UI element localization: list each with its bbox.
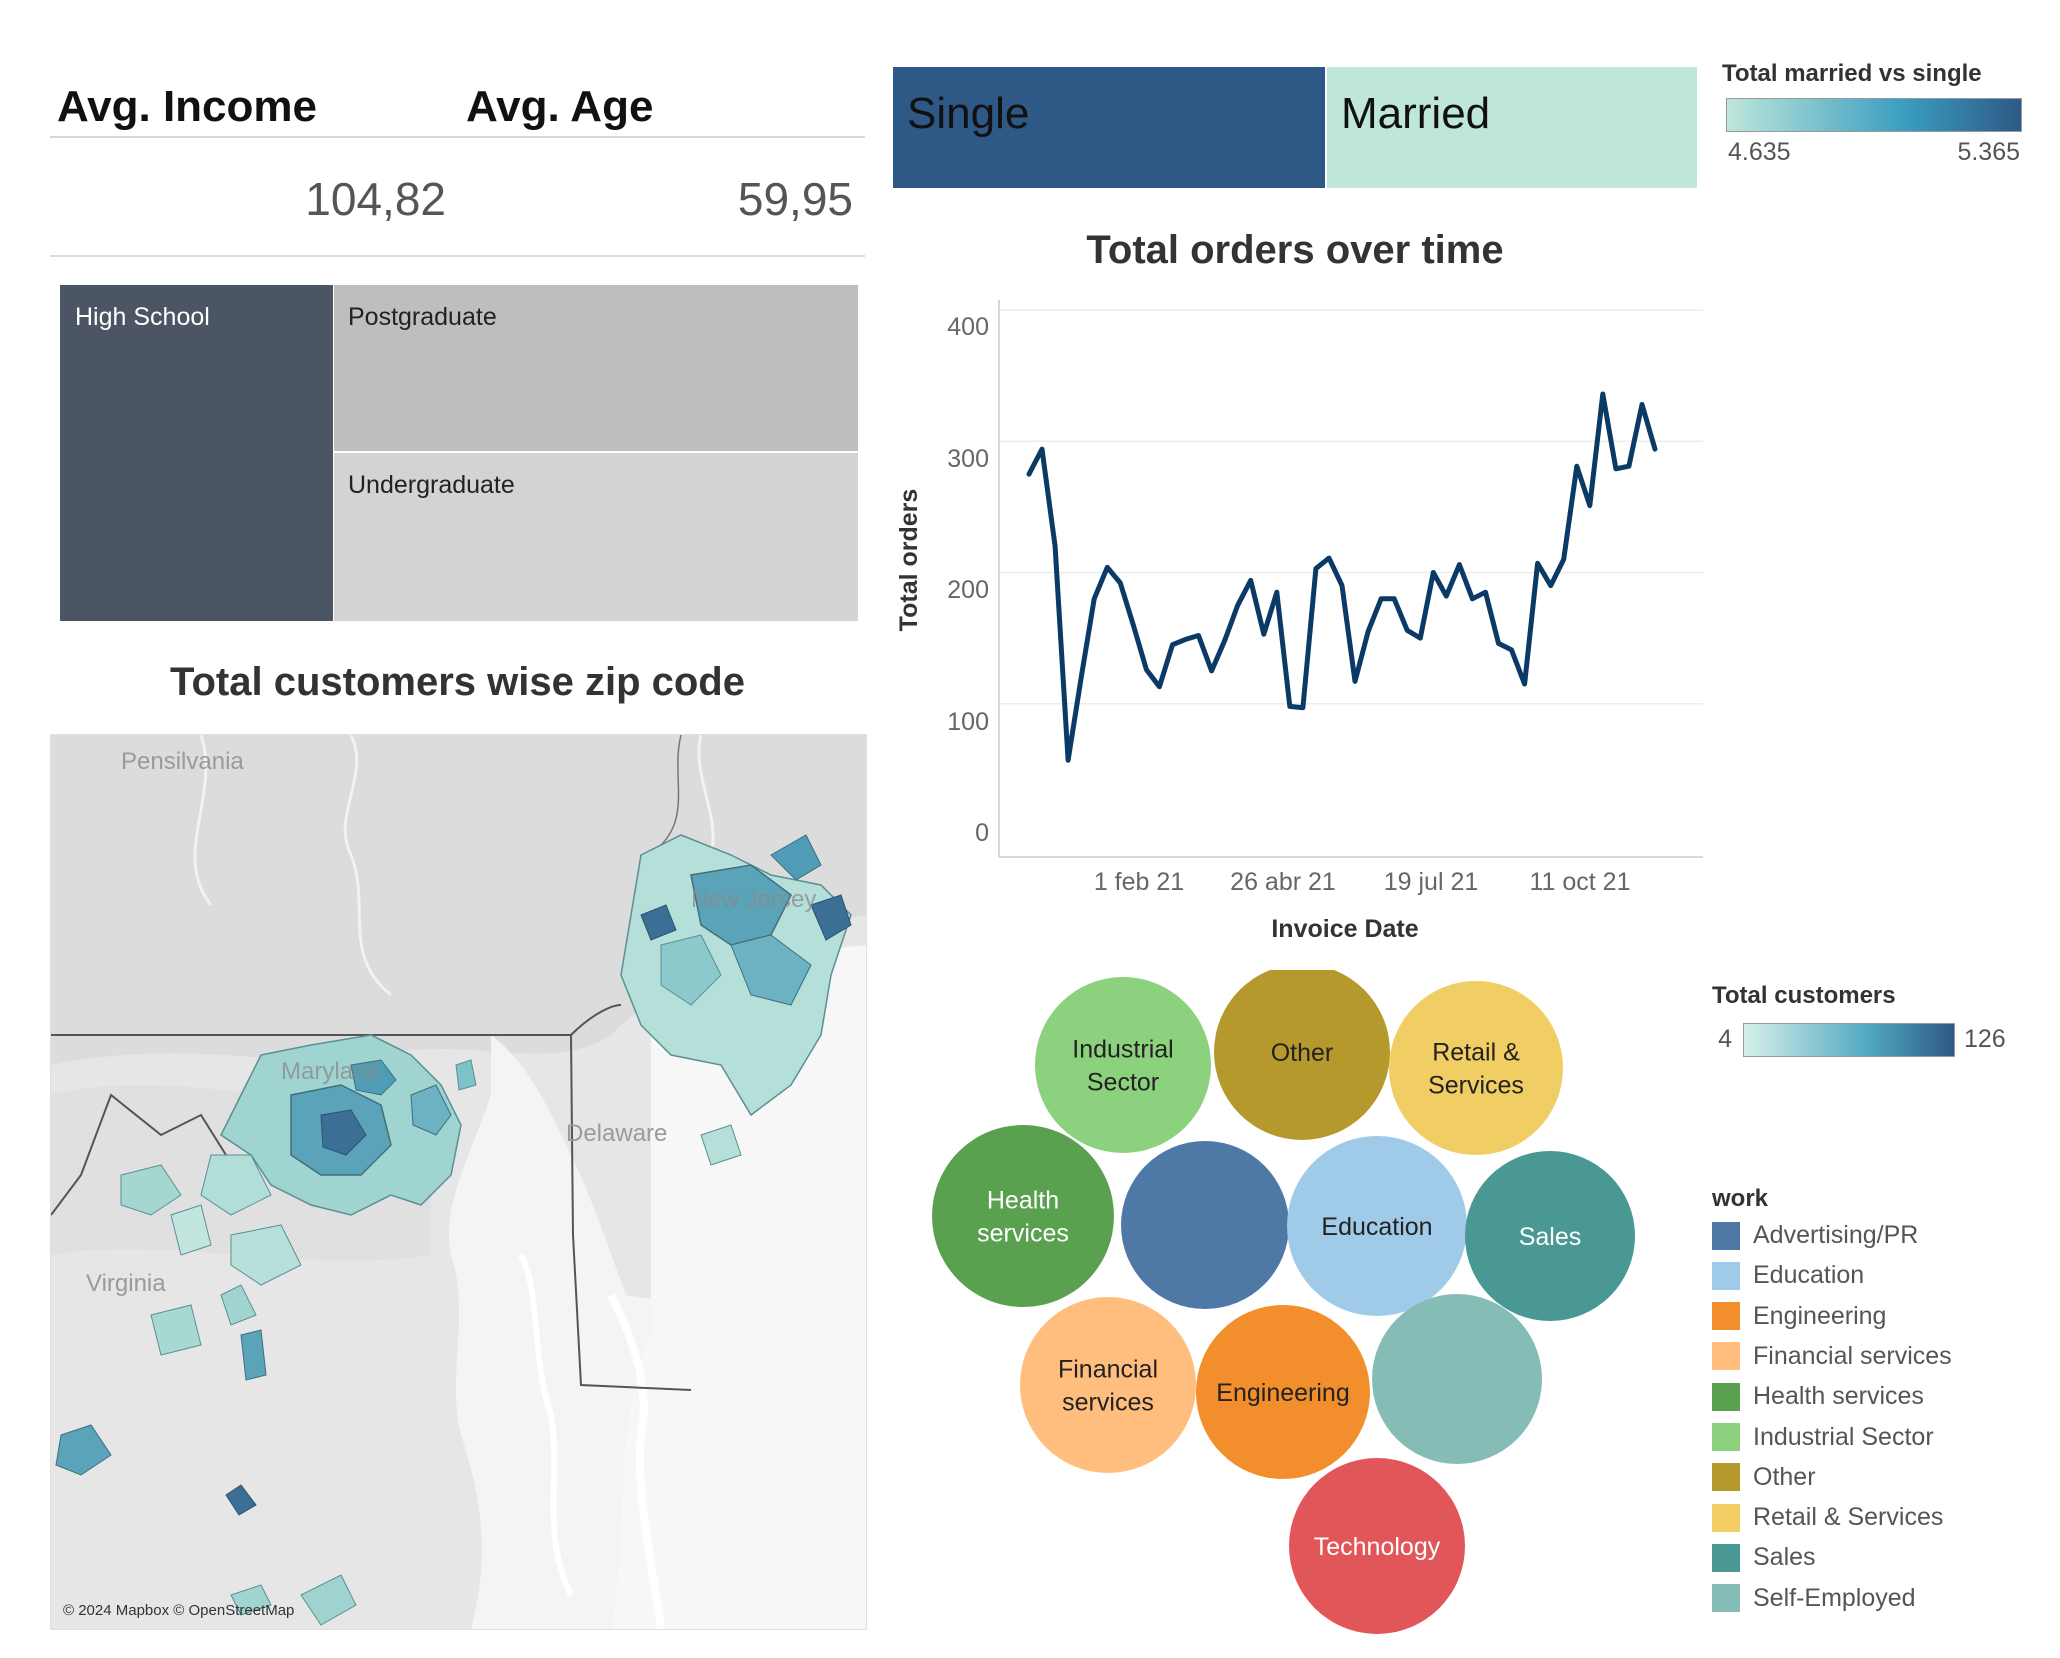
- bubble-label-engineering: Engineering: [1216, 1379, 1349, 1407]
- legend-item-financial-services[interactable]: Financial services: [1712, 1342, 1952, 1371]
- label-maryland: Maryland: [281, 1058, 380, 1085]
- legend-swatch-industrial-sector: [1712, 1423, 1740, 1451]
- avg-income-label: Avg. Income: [57, 82, 317, 131]
- marital-legend-gradient: [1726, 98, 2022, 132]
- line-chart[interactable]: 400 300 200 100 0 1 feb 21 26 abr 21 19 …: [893, 290, 1713, 970]
- legend-label-education: Education: [1753, 1261, 1865, 1290]
- line-chart-title: Total orders over time: [1086, 228, 1504, 272]
- single-band[interactable]: Single: [893, 67, 1325, 188]
- kpi-divider-bottom: [50, 255, 865, 257]
- legend-item-advertising-pr[interactable]: Advertising/PR: [1712, 1221, 1918, 1250]
- legend-swatch-education: [1712, 1261, 1740, 1290]
- legend-item-education[interactable]: Education: [1712, 1261, 1864, 1290]
- work-legend-title: work: [1712, 1185, 1769, 1212]
- avg-income-value: 104,82: [305, 173, 446, 225]
- customers-legend-gradient: [1743, 1023, 1955, 1057]
- legend-label-health-services: Health services: [1753, 1382, 1924, 1411]
- treemap-undergraduate-label: Undergraduate: [348, 471, 515, 499]
- label-new-jersey: New Jersey: [691, 886, 816, 913]
- treemap-high-school-label: High School: [75, 303, 210, 331]
- bubble-label-industrial-sector: Sector: [1087, 1069, 1159, 1097]
- legend-label-other: Other: [1753, 1462, 1816, 1491]
- label-delaware: Delaware: [566, 1120, 667, 1147]
- zip-map[interactable]: Pensilvania New Jersey Maryland Delaware…: [50, 734, 867, 1630]
- x-axis-title: Invoice Date: [1271, 915, 1418, 943]
- y-tick-200: 200: [947, 576, 989, 604]
- bubble-label-industrial-sector: Industrial: [1072, 1036, 1173, 1064]
- orders-line[interactable]: [1026, 391, 1658, 763]
- legend-swatch-self-employed: [1712, 1584, 1740, 1613]
- legend-label-financial-services: Financial services: [1753, 1341, 1952, 1370]
- bubble-advertising-pr[interactable]: [1121, 1141, 1289, 1309]
- bubble-label-financial-services: Financial: [1058, 1356, 1158, 1384]
- kpi-divider-top: [50, 136, 865, 138]
- legend-swatch-financial-services: [1712, 1342, 1740, 1371]
- work-bubble-chart[interactable]: Education Engineering Financial services Hea…: [920, 970, 1660, 1650]
- x-tick-oct: 11 oct 21: [1529, 868, 1630, 896]
- label-virginia: Virginia: [86, 1270, 166, 1297]
- x-tick-jul: 19 jul 21: [1384, 868, 1479, 896]
- legend-swatch-sales: [1712, 1543, 1740, 1572]
- bubble-health-services[interactable]: [932, 1125, 1114, 1307]
- map-title: Total customers wise zip code: [170, 660, 745, 704]
- legend-item-health-services[interactable]: Health services: [1712, 1382, 1924, 1411]
- legend-item-self-employed[interactable]: Self-Employed: [1712, 1584, 1916, 1613]
- legend-label-retail-services: Retail & Services: [1753, 1503, 1944, 1532]
- customers-legend-min: 4: [1718, 1025, 1732, 1053]
- legend-item-other[interactable]: Other: [1712, 1463, 1816, 1492]
- bubble-label-other: Other: [1271, 1039, 1334, 1067]
- marital-legend-min: 4.635: [1728, 138, 1791, 166]
- legend-item-sales[interactable]: Sales: [1712, 1543, 1816, 1572]
- married-band[interactable]: Married: [1327, 67, 1697, 188]
- bubble-label-retail-services: Retail &: [1432, 1039, 1520, 1067]
- treemap-postgraduate-label: Postgraduate: [348, 303, 497, 331]
- map-attribution: © 2024 Mapbox © OpenStreetMap: [63, 1602, 294, 1619]
- legend-swatch-advertising-pr: [1712, 1221, 1740, 1250]
- x-tick-feb: 1 feb 21: [1094, 868, 1184, 896]
- legend-label-advertising-pr: Advertising/PR: [1753, 1221, 1919, 1249]
- bubble-label-education: Education: [1321, 1213, 1432, 1241]
- bubble-retail-services[interactable]: [1389, 981, 1563, 1155]
- bubble-label-health-services: services: [977, 1220, 1069, 1248]
- legend-swatch-other: [1712, 1463, 1740, 1492]
- treemap-postgraduate[interactable]: Postgraduate: [334, 285, 858, 451]
- bubble-label-financial-services: services: [1062, 1389, 1154, 1417]
- marital-legend-max: 5.365: [1957, 138, 2020, 166]
- legend-item-engineering[interactable]: Engineering: [1712, 1302, 1886, 1331]
- bubble-label-sales: Sales: [1519, 1223, 1582, 1251]
- y-tick-0: 0: [975, 819, 989, 847]
- treemap-high-school[interactable]: High School: [60, 285, 333, 621]
- y-tick-300: 300: [947, 445, 989, 473]
- legend-item-retail-services[interactable]: Retail & Services: [1712, 1503, 1943, 1532]
- legend-label-industrial-sector: Industrial Sector: [1753, 1422, 1934, 1451]
- avg-age-value: 59,95: [737, 173, 853, 225]
- bubble-label-technology: Technology: [1314, 1533, 1441, 1561]
- legend-swatch-health-services: [1712, 1382, 1740, 1411]
- customers-legend-max: 126: [1964, 1025, 2006, 1053]
- legend-label-engineering: Engineering: [1753, 1301, 1887, 1330]
- bubble-financial-services[interactable]: [1020, 1297, 1196, 1473]
- legend-label-sales: Sales: [1753, 1543, 1816, 1572]
- x-tick-apr: 26 abr 21: [1230, 868, 1336, 896]
- zip-map-canvas[interactable]: Pensilvania New Jersey Maryland Delaware…: [51, 735, 866, 1629]
- y-tick-100: 100: [947, 708, 989, 736]
- bubble-label-retail-services: Services: [1428, 1072, 1524, 1100]
- y-tick-400: 400: [947, 313, 989, 341]
- legend-label-self-employed: Self-Employed: [1753, 1583, 1916, 1612]
- married-label: Married: [1341, 89, 1491, 138]
- bubble-self-employed[interactable]: [1372, 1294, 1542, 1464]
- bubble-industrial-sector[interactable]: [1035, 977, 1211, 1153]
- customers-legend-title: Total customers: [1712, 982, 1896, 1009]
- treemap-undergraduate[interactable]: Undergraduate: [334, 453, 858, 621]
- bubble-label-health-services: Health: [987, 1187, 1059, 1215]
- avg-age-label: Avg. Age: [466, 82, 654, 131]
- marital-legend-title: Total married vs single: [1722, 60, 1982, 87]
- label-pensilvania: Pensilvania: [121, 748, 244, 775]
- y-axis-title: Total orders: [895, 489, 923, 632]
- legend-item-industrial-sector[interactable]: Industrial Sector: [1712, 1423, 1934, 1452]
- legend-swatch-engineering: [1712, 1302, 1740, 1331]
- legend-swatch-retail-services: [1712, 1503, 1740, 1532]
- single-label: Single: [907, 89, 1030, 138]
